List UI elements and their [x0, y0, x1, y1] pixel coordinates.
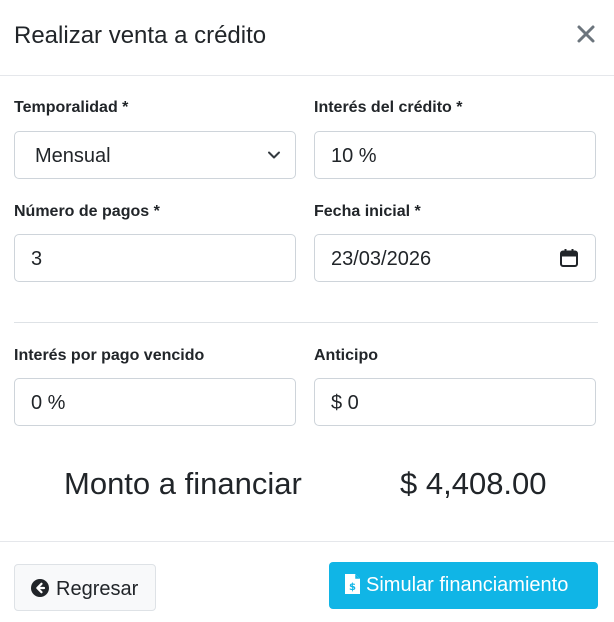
numero-pagos-value: 3 [31, 248, 43, 270]
anticipo-value: $ 0 [331, 392, 359, 414]
interes-vencido-label: Interés por pago vencido [14, 347, 205, 364]
simulate-financing-button[interactable]: $ Simular financiamiento [329, 562, 598, 609]
section-divider [14, 322, 598, 323]
simulate-financing-label: Simular financiamiento [366, 574, 569, 596]
anticipo-input[interactable]: $ 0 [314, 378, 596, 426]
close-icon [577, 25, 595, 43]
monto-financiar-value: $ 4,408.00 [400, 466, 547, 501]
numero-pagos-label: Número de pagos * [14, 203, 160, 220]
svg-text:$: $ [349, 582, 356, 593]
anticipo-label: Anticipo [314, 347, 378, 364]
interes-credito-value: 10 % [331, 145, 377, 167]
fecha-inicial-label: Fecha inicial * [314, 203, 421, 220]
modal-header: Realizar venta a crédito [0, 0, 614, 76]
file-invoice-dollar-icon: $ [345, 574, 360, 594]
fecha-inicial-input[interactable]: 23/03/2026 [314, 234, 596, 282]
credit-sale-modal: Realizar venta a crédito Temporalidad * … [0, 0, 614, 622]
temporalidad-label: Temporalidad * [14, 99, 129, 116]
monto-financiar-label: Monto a financiar [64, 466, 302, 501]
calendar-icon[interactable] [559, 248, 579, 268]
interes-credito-label: Interés del crédito * [314, 99, 463, 116]
temporalidad-value: Mensual [35, 145, 111, 167]
chevron-down-icon [268, 151, 280, 159]
back-button-label: Regresar [56, 578, 139, 600]
interes-vencido-input[interactable]: 0 % [14, 378, 296, 426]
interes-vencido-value: 0 % [31, 392, 66, 414]
fecha-inicial-value: 23/03/2026 [331, 248, 432, 270]
interes-credito-input[interactable]: 10 % [314, 131, 596, 179]
modal-title: Realizar venta a crédito [14, 22, 267, 49]
temporalidad-select[interactable]: Mensual [14, 131, 296, 179]
close-button[interactable] [574, 22, 598, 46]
arrow-circle-left-icon [31, 579, 49, 597]
numero-pagos-input[interactable]: 3 [14, 234, 296, 282]
back-button[interactable]: Regresar [14, 564, 156, 611]
